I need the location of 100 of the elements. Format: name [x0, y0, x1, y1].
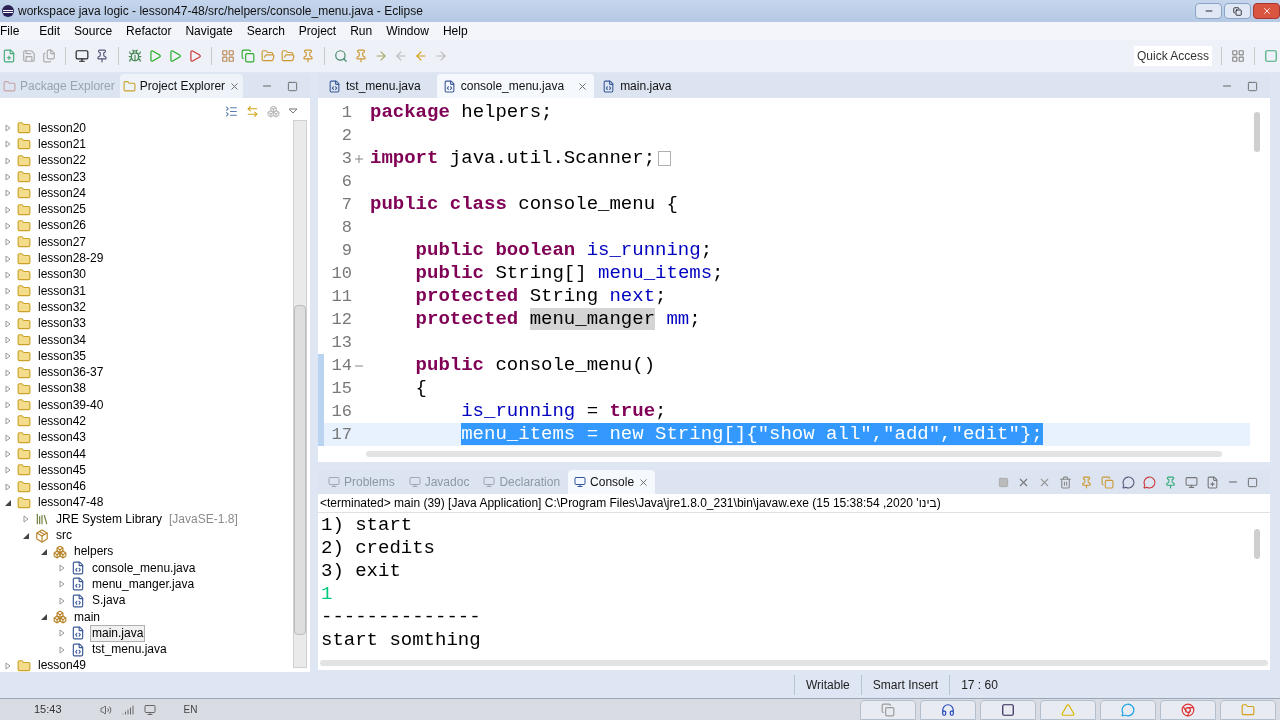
collapsed-arrow-icon[interactable]	[4, 384, 12, 393]
tree-item[interactable]: lesson26	[36, 217, 89, 235]
restore-button[interactable]	[1224, 3, 1251, 19]
editor-tab[interactable]: console_menu.java	[436, 74, 595, 98]
tree-item[interactable]: tst_menu.java	[90, 641, 169, 659]
search-icon[interactable]	[334, 49, 348, 63]
save-all-icon[interactable]	[42, 49, 56, 63]
grid-icon[interactable]	[221, 49, 235, 63]
pin-console-icon[interactable]	[1164, 475, 1177, 489]
tree-item[interactable]: lesson44	[36, 445, 89, 463]
tree-item[interactable]: src	[54, 527, 74, 545]
collapsed-arrow-icon[interactable]	[4, 336, 12, 344]
clear-console-icon[interactable]	[1059, 475, 1072, 489]
tree-item[interactable]: lesson25	[36, 201, 89, 219]
tree-item[interactable]: lesson33	[36, 315, 89, 333]
menu-item[interactable]: File	[0, 22, 33, 40]
collapsed-arrow-icon[interactable]	[4, 352, 12, 361]
close-icon[interactable]	[577, 80, 589, 92]
collapsed-arrow-icon[interactable]	[4, 319, 12, 328]
forward-icon[interactable]	[434, 49, 448, 63]
collapsed-arrow-icon[interactable]	[58, 580, 66, 589]
expand-fold-icon[interactable]	[354, 154, 363, 163]
minimize-button[interactable]	[1195, 3, 1222, 19]
collapsed-arrow-icon[interactable]	[4, 368, 12, 377]
collapsed-arrow-icon[interactable]	[58, 629, 66, 638]
expanded-arrow-icon[interactable]	[22, 531, 30, 540]
tree-item[interactable]: lesson49	[36, 657, 89, 672]
menu-item[interactable]: Edit	[32, 22, 68, 40]
bug-icon[interactable]	[128, 49, 142, 63]
tree-item[interactable]: lesson35	[36, 347, 89, 365]
pin-icon[interactable]	[95, 49, 109, 63]
collapsed-code-marker[interactable]	[658, 151, 672, 166]
tree-item[interactable]: lesson43	[36, 429, 89, 447]
collapsed-arrow-icon[interactable]	[58, 645, 66, 654]
tree-item[interactable]: JRE System Library	[54, 510, 165, 528]
tree-item[interactable]: lesson45	[36, 461, 89, 479]
tree-item[interactable]: lesson31	[36, 282, 89, 300]
collapsed-arrow-icon[interactable]	[4, 303, 12, 312]
tree-item[interactable]: main	[72, 608, 102, 626]
vertical-scrollbar[interactable]	[293, 120, 307, 668]
close-icon[interactable]	[229, 80, 241, 92]
collapsed-arrow-icon[interactable]	[4, 417, 12, 426]
folder-icon[interactable]	[261, 49, 275, 63]
collapsed-arrow-icon[interactable]	[4, 401, 12, 410]
tree-item[interactable]: lesson30	[36, 266, 89, 284]
collapsed-arrow-icon[interactable]	[58, 596, 66, 605]
collapsed-arrow-icon[interactable]	[4, 270, 12, 279]
menu-item[interactable]: Run	[343, 22, 380, 40]
horizontal-scrollbar[interactable]	[366, 448, 1222, 460]
tree-item[interactable]: lesson23	[36, 168, 89, 186]
collapsed-arrow-icon[interactable]	[4, 173, 12, 182]
tree-item[interactable]: lesson38	[36, 380, 89, 398]
menu-item[interactable]: Project	[291, 22, 344, 40]
language-indicator[interactable]: EN	[183, 702, 198, 717]
menu-item[interactable]: Help	[435, 22, 475, 40]
close-button[interactable]	[1253, 3, 1280, 19]
editor-tab[interactable]: tst_menu.java	[322, 74, 435, 98]
collapsed-arrow-icon[interactable]	[4, 124, 12, 133]
tree-item[interactable]: lesson34	[36, 331, 89, 349]
collapsed-arrow-icon[interactable]	[4, 238, 12, 247]
collapsed-arrow-icon[interactable]	[4, 189, 12, 198]
tree-item[interactable]: lesson21	[36, 135, 89, 153]
view-tab[interactable]: Console	[568, 470, 656, 494]
collapse-all-icon[interactable]	[225, 104, 238, 118]
collapsed-arrow-icon[interactable]	[22, 515, 30, 524]
tree-item[interactable]: lesson28-29	[36, 250, 106, 268]
collapsed-arrow-icon[interactable]	[4, 482, 12, 491]
tree-item[interactable]: lesson24	[36, 184, 89, 202]
tree-item[interactable]: lesson27	[36, 233, 89, 251]
collapsed-arrow-icon[interactable]	[4, 450, 12, 459]
tree-item[interactable]: menu_manger.java	[90, 575, 197, 593]
tray-icon[interactable]	[143, 703, 156, 716]
maximize-icon[interactable]	[287, 80, 298, 92]
display-console-icon[interactable]	[1185, 475, 1198, 489]
collapsed-arrow-icon[interactable]	[4, 661, 12, 670]
tree-item[interactable]: lesson20	[36, 120, 89, 137]
maximize-icon[interactable]	[1247, 476, 1258, 488]
menu-item[interactable]: Window	[379, 22, 436, 40]
collapsed-arrow-icon[interactable]	[4, 433, 12, 442]
taskbar-button[interactable]	[1160, 699, 1216, 720]
back-icon[interactable]	[394, 49, 408, 63]
link-editor-icon[interactable]	[246, 104, 259, 118]
stop-icon[interactable]	[998, 476, 1009, 488]
expanded-arrow-icon[interactable]	[40, 613, 48, 622]
tree-item[interactable]: helpers	[72, 543, 116, 561]
tree-item[interactable]: main.java	[90, 624, 146, 642]
collapsed-arrow-icon[interactable]	[4, 156, 12, 165]
menu-item[interactable]: Source	[67, 22, 120, 40]
new-file-icon[interactable]	[2, 49, 16, 63]
collapsed-arrow-icon[interactable]	[4, 205, 12, 214]
open-console-icon[interactable]	[1206, 475, 1219, 489]
open-folder-icon[interactable]	[281, 49, 295, 63]
maximize-icon[interactable]	[1247, 80, 1258, 92]
volume-icon[interactable]	[99, 703, 112, 716]
menu-item[interactable]: Refactor	[119, 22, 179, 40]
taskbar-button[interactable]	[920, 699, 976, 720]
tree-item[interactable]: lesson32	[36, 298, 89, 316]
horizontal-scrollbar[interactable]	[320, 658, 1268, 668]
previous-icon[interactable]	[414, 49, 428, 63]
tree-item[interactable]: S.java	[90, 592, 128, 610]
